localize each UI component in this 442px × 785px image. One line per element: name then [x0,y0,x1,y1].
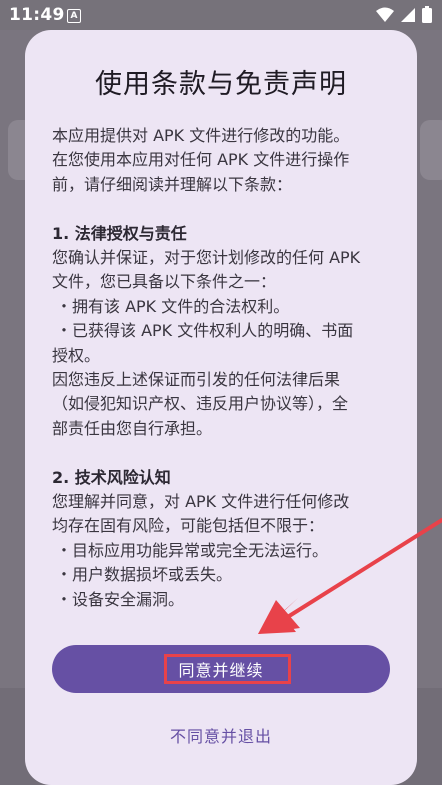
section-line: 您理解并同意，对 APK 文件进行任何修改 [52,492,350,512]
background-card-right [420,120,442,180]
section-heading-legal: 1. 法律授权与责任 [52,223,187,243]
section-line: 均存在固有风险，可能包括但不限于： [52,516,325,536]
decline-exit-button[interactable]: 不同意并退出 [140,720,302,750]
status-time: 11:49 [9,5,65,25]
section-line: 部责任由您自行承担。 [52,418,213,438]
wifi-icon [376,7,394,22]
bullet-item: ・设备安全漏洞。 [56,589,185,609]
signal-icon [401,7,415,22]
section-line: （如侵犯知识产权、违反用户协议等），全 [52,394,349,414]
status-icons [376,6,432,23]
intro-line: 本应用提供对 APK 文件进行修改的功能。 [52,126,350,145]
agree-button-label: 同意并继续 [178,661,264,680]
bullet-item: ・用户数据损坏或丢失。 [56,565,233,585]
intro-line: 在您使用本应用对任何 APK 文件进行操作 [52,150,350,170]
notification-a-icon: A [67,9,81,23]
intro-line: 前，请仔细阅读并理解以下条款： [52,174,293,194]
dialog-title: 使用条款与免责声明 [95,69,347,100]
section-line: 文件，您已具备以下条件之一： [52,272,277,292]
bullet-item: ・目标应用功能异常或完全无法运行。 [56,540,329,560]
section-line: 您确认并保证，对于您计划修改的任何 APK [52,248,361,268]
bullet-item: ・已获得该 APK 文件权利人的明确、书面 [56,321,354,341]
battery-icon [422,6,432,23]
terms-body: 本应用提供对 APK 文件进行修改的功能。 在您使用本应用对任何 APK 文件进… [52,124,397,612]
agree-continue-button[interactable]: 同意并继续 [52,645,390,693]
section-heading-risk: 2. 技术风险认知 [52,467,171,487]
bullet-item: ・拥有该 APK 文件的合法权利。 [56,296,290,316]
section-line: 因您违反上述保证而引发的任何法律后果 [52,370,341,390]
status-bar: 11:49 A [0,0,442,30]
decline-button-label: 不同意并退出 [169,727,272,746]
bullet-continuation: 授权。 [52,345,101,365]
